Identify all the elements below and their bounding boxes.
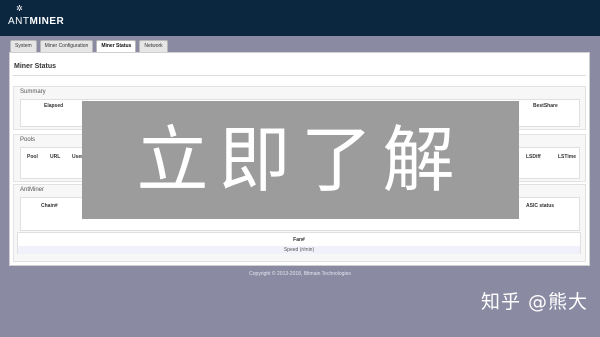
fan-speed-label: Speed (r/min): [18, 246, 580, 254]
summary-label: Summary: [20, 89, 46, 95]
tab-system[interactable]: System: [10, 40, 37, 52]
summary-col-bestshare: BestShare: [533, 103, 558, 109]
tab-network[interactable]: Network: [139, 40, 168, 52]
logo-flame-icon: ✲: [16, 4, 23, 13]
zhihu-watermark: 知乎 @熊大: [480, 291, 588, 313]
page-title: Miner Status: [14, 63, 57, 70]
logo-prefix: ANT: [8, 16, 30, 27]
pools-label: Pools: [20, 137, 36, 143]
title-divider: [13, 75, 586, 76]
pools-col-url: URL: [50, 154, 61, 160]
summary-col-elapsed: Elapsed: [44, 103, 64, 109]
pools-col-lsdiff: LSDiff: [526, 154, 541, 160]
top-header: ✲ ANTMINER: [0, 0, 600, 36]
antminer-label: AntMiner: [20, 187, 45, 193]
antminer-col-asic-status: ASIC status: [526, 203, 555, 209]
tab-miner-configuration[interactable]: Miner Configuration: [39, 40, 94, 52]
learn-more-banner[interactable]: 立即了解: [82, 101, 519, 219]
antminer-logo: ✲ ANTMINER: [8, 4, 65, 27]
nav-tabs: System Miner Configuration Miner Status …: [10, 40, 168, 52]
pools-col-lstime: LSTime: [558, 154, 576, 160]
fan-table: Fan# Speed (r/min): [17, 232, 581, 254]
antminer-col-chain: Chain#: [41, 203, 58, 209]
banner-text: 立即了解: [136, 118, 465, 202]
fan-title: Fan#: [293, 237, 305, 243]
pools-col-pool: Pool: [27, 154, 38, 160]
copyright-footer: Copyright © 2013-2018, Bitmain Technolog…: [249, 271, 351, 277]
tab-miner-status[interactable]: Miner Status: [96, 40, 137, 52]
logo-suffix: MINER: [29, 16, 65, 27]
